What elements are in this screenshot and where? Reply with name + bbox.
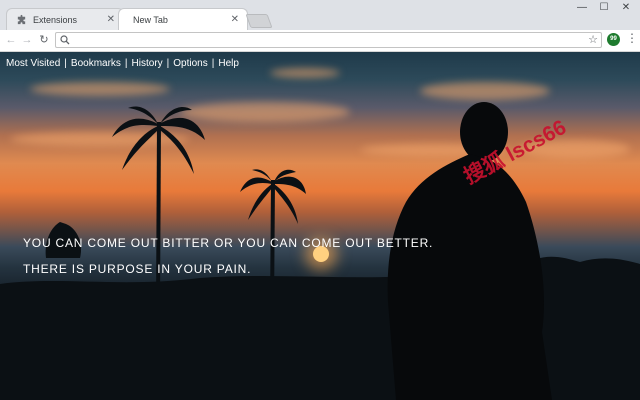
bookmark-star-icon[interactable]: ☆ [588,33,598,46]
maximize-button[interactable]: ☐ [594,2,614,16]
nav-history[interactable]: History [132,58,163,69]
reload-button[interactable]: ↻ [36,32,52,48]
tab-label: New Tab [133,15,168,25]
new-tab-button[interactable] [245,14,273,28]
close-tab-icon[interactable]: ✕ [231,14,239,25]
close-tab-icon[interactable]: ✕ [107,14,115,25]
nav-bookmarks[interactable]: Bookmarks [71,58,121,69]
address-bar[interactable]: ☆ [55,32,602,48]
back-button[interactable]: ← [3,32,19,48]
tab-strip: Extensions ✕ New Tab ✕ — ☐ ✕ [0,0,640,30]
menu-icon[interactable]: ⋮ [626,31,638,45]
tab-new-tab[interactable]: New Tab ✕ [118,8,248,30]
browser-toolbar: ← → ↻ ☆ [0,30,640,52]
top-nav-links: Most Visited | Bookmarks | History | Options | H… [6,58,239,69]
search-icon [60,35,70,45]
puzzle-icon [17,14,26,25]
address-input[interactable] [74,33,574,47]
nav-help[interactable]: Help [218,58,239,69]
nav-options[interactable]: Options [173,58,207,69]
tab-extensions[interactable]: Extensions ✕ [6,8,124,30]
nav-most-visited[interactable]: Most Visited [6,58,60,69]
forward-button[interactable]: → [19,32,35,48]
extension-icon[interactable]: 99 [607,33,620,46]
palm-trees-silhouette [0,102,640,400]
minimize-button[interactable]: — [572,2,592,16]
tab-label: Extensions [33,15,78,25]
new-tab-background: Most Visited | Bookmarks | History | Options | H… [0,52,640,400]
quote-line-1: YOU CAN COME OUT BITTER OR YOU CAN COME … [23,236,434,250]
quote-line-2: THERE IS PURPOSE IN YOUR PAIN. [23,262,252,276]
close-window-button[interactable]: ✕ [616,2,636,16]
